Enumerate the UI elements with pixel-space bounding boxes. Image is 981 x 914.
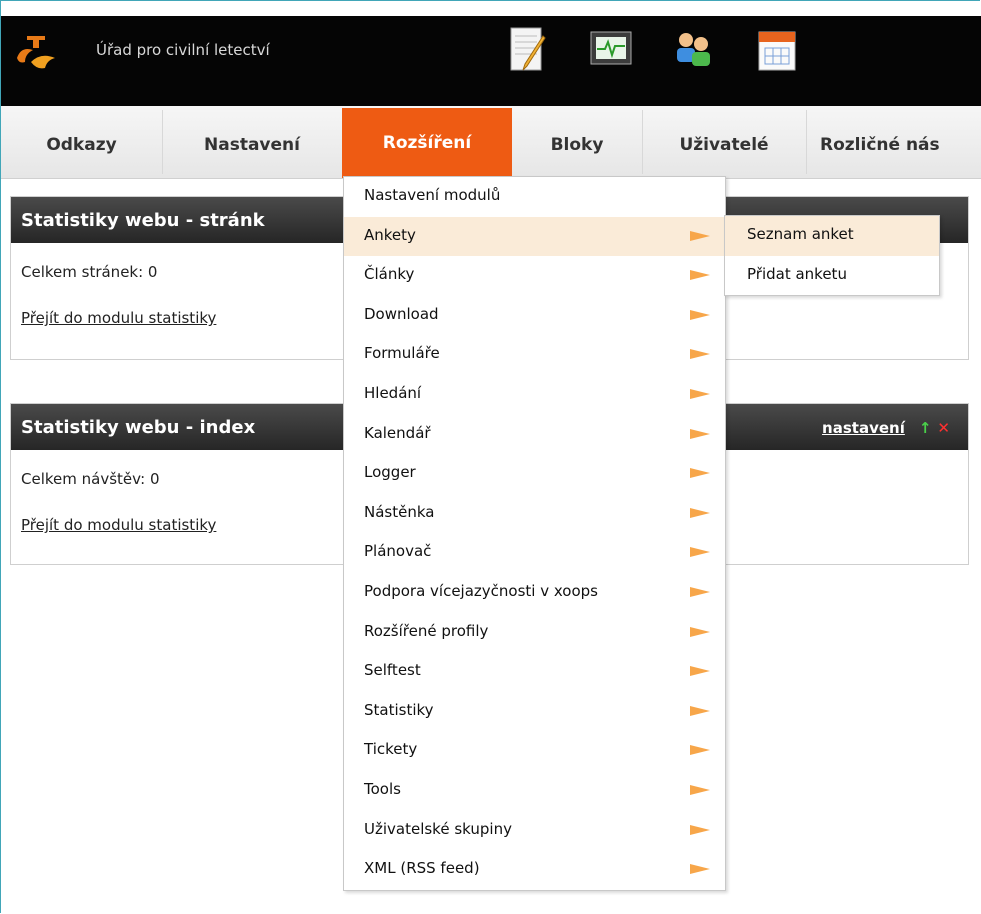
panel-title: Statistiky webu - index (21, 417, 256, 438)
submenu-arrow-icon (690, 309, 710, 320)
site-logo-icon[interactable] (11, 28, 61, 74)
panel-controls: nastavení ↑ ✕ (822, 404, 950, 452)
menu-item-statistiky[interactable]: Statistiky (344, 692, 725, 732)
nav-rozlicne[interactable]: Rozličné nás (806, 110, 981, 174)
extensions-dropdown: Nastavení modulů Ankety Články Download … (343, 176, 726, 891)
menu-item-tickety[interactable]: Tickety (344, 731, 725, 771)
submenu-arrow-icon (690, 230, 710, 241)
menu-item-tools[interactable]: Tools (344, 771, 725, 811)
top-header: Úřad pro civilní letectví (1, 16, 981, 106)
menu-item-kalendar[interactable]: Kalendář (344, 415, 725, 455)
menu-item-ankety[interactable]: Ankety (344, 216, 725, 257)
nav-bloky[interactable]: Bloky (512, 110, 643, 174)
submenu-arrow-icon (690, 428, 710, 439)
menu-item-formulare[interactable]: Formuláře (344, 335, 725, 375)
submenu-arrow-icon (690, 507, 710, 518)
submenu-arrow-icon (690, 270, 710, 281)
move-up-icon[interactable]: ↑ (919, 419, 932, 437)
monitor-icon[interactable] (587, 24, 635, 76)
submenu-arrow-icon (690, 388, 710, 399)
menu-item-xml-rss[interactable]: XML (RSS feed) (344, 850, 725, 890)
settings-link[interactable]: nastavení (822, 419, 905, 437)
users-icon[interactable] (669, 24, 717, 76)
submenu-arrow-icon (690, 586, 710, 597)
menu-item-rozsirene-profily[interactable]: Rozšířené profily (344, 613, 725, 653)
menu-item-uzivatelske-skupiny[interactable]: Uživatelské skupiny (344, 811, 725, 851)
nav-uzivatele[interactable]: Uživatelé (642, 110, 807, 174)
site-title[interactable]: Úřad pro civilní letectví (96, 41, 270, 59)
menu-item-hledani[interactable]: Hledání (344, 375, 725, 415)
menu-item-planovac[interactable]: Plánovač (344, 533, 725, 573)
nav-odkazy[interactable]: Odkazy (1, 110, 163, 174)
menu-item-podpora-vicejazycnosti[interactable]: Podpora vícejazyčnosti v xoops (344, 573, 725, 613)
submenu-arrow-icon (690, 626, 710, 637)
menu-item-nastaveni-modulu[interactable]: Nastavení modulů (344, 177, 725, 217)
submenu-arrow-icon (690, 349, 710, 360)
nav-nastaveni[interactable]: Nastavení (162, 110, 343, 174)
submenu-arrow-icon (690, 547, 710, 558)
menu-item-logger[interactable]: Logger (344, 454, 725, 494)
calendar-icon[interactable] (753, 24, 801, 76)
submenu-arrow-icon (690, 705, 710, 716)
nav-rozsireni[interactable]: Rozšíření (342, 108, 512, 178)
submenu-arrow-icon (690, 824, 710, 835)
submenu-item-seznam-anket[interactable]: Seznam anket (725, 216, 939, 256)
submenu-arrow-icon (690, 864, 710, 875)
menu-item-download[interactable]: Download (344, 296, 725, 336)
menu-item-selftest[interactable]: Selftest (344, 652, 725, 692)
main-nav: Odkazy Nastavení Rozšíření Bloky Uživate… (1, 106, 981, 179)
submenu-item-pridat-anketu[interactable]: Přidat anketu (725, 256, 939, 296)
submenu-arrow-icon (690, 745, 710, 756)
submenu-arrow-icon (690, 666, 710, 677)
edit-notepad-icon[interactable] (505, 24, 553, 76)
ankety-submenu: Seznam anket Přidat anketu (724, 215, 940, 297)
submenu-arrow-icon (690, 784, 710, 795)
menu-item-nastenka[interactable]: Nástěnka (344, 494, 725, 534)
submenu-arrow-icon (690, 468, 710, 479)
menu-item-clanky[interactable]: Články (344, 256, 725, 296)
close-icon[interactable]: ✕ (937, 419, 950, 437)
